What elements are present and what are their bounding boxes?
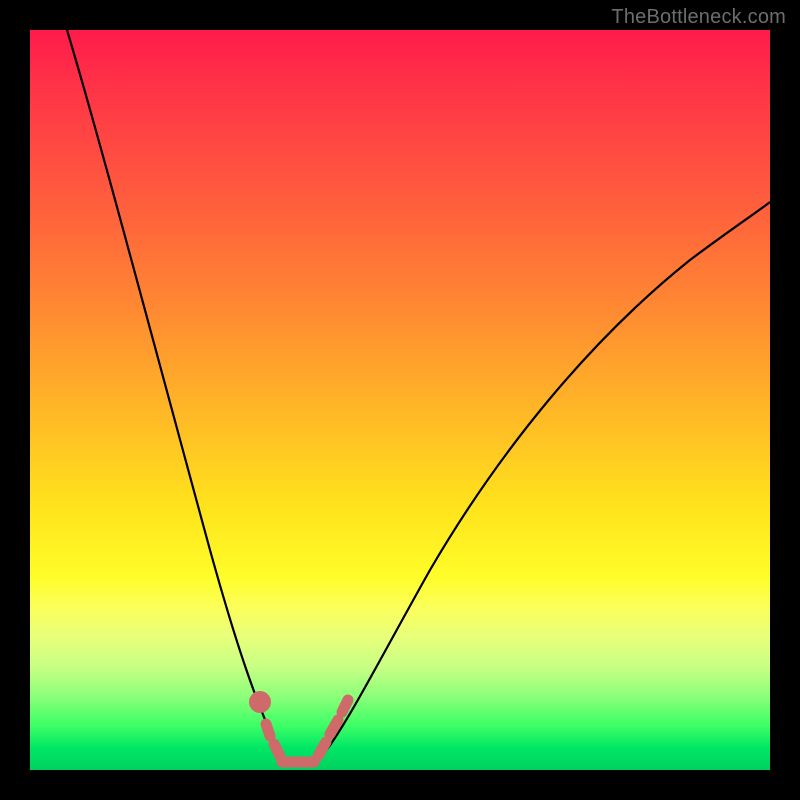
bottleneck-curve (67, 30, 770, 766)
valley-markers (255, 697, 349, 763)
watermark-text: TheBottleneck.com (611, 6, 786, 29)
chart-svg (30, 30, 770, 770)
chart-frame: TheBottleneck.com (0, 0, 800, 800)
